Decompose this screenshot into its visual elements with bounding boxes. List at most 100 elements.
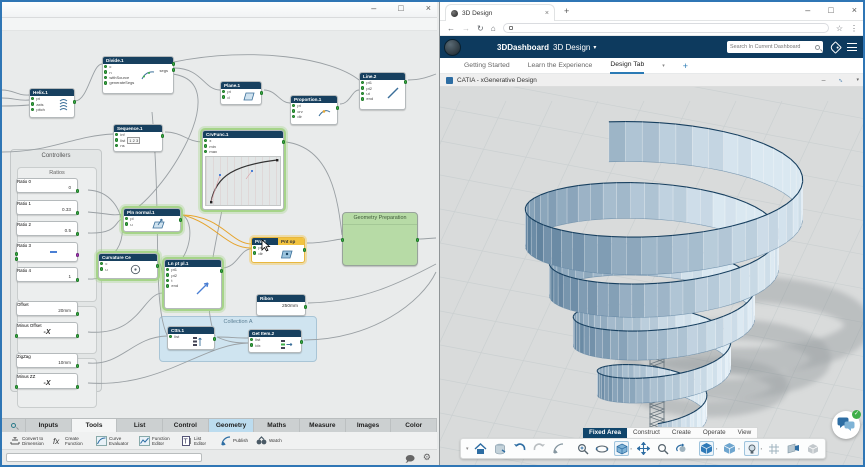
input-port[interactable] [15,257,19,261]
input-port[interactable] [204,144,207,147]
tab-design-tab[interactable]: Design Tab [610,57,644,74]
url-field[interactable] [503,23,829,33]
node-pnt[interactable]: Pnt.1 Pnt op pt dir [251,237,305,263]
minimize-button[interactable]: – [371,3,376,13]
maximize-button[interactable]: □ [398,3,403,13]
output-port[interactable] [156,264,160,268]
output-port[interactable] [416,238,420,242]
output-port[interactable] [76,312,80,316]
chevron-down-icon[interactable]: ▾ [593,44,596,51]
widget-chevron-icon[interactable]: ▾ [856,77,859,83]
output-port[interactable] [76,232,80,236]
iso-view-icon[interactable] [614,441,629,456]
input-port[interactable] [166,273,169,276]
section-create[interactable]: Create [666,428,697,438]
slider-ratio-0[interactable]: Ratio 0 0 [16,178,78,193]
list-value[interactable]: 1 2 3 [127,137,140,144]
node-cttn[interactable]: Cttn.1 list [167,326,215,350]
input-port[interactable] [15,252,19,256]
tab-measure[interactable]: Measure [300,419,346,432]
capture-icon[interactable] [786,441,801,456]
tag-icon[interactable] [829,41,842,54]
render-style-icon[interactable] [722,441,737,456]
widget-minimize-icon[interactable]: – [822,77,826,84]
chat-fab[interactable]: ✓ [832,411,860,439]
output-port[interactable] [300,340,304,344]
add-tab-button[interactable]: + [683,61,688,71]
input-port[interactable] [104,81,107,84]
input-port[interactable] [361,92,364,95]
home-icon[interactable]: ⌂ [491,24,496,33]
input-port[interactable] [222,95,225,98]
input-port[interactable] [115,138,118,141]
tab-list[interactable]: List [117,419,163,432]
shaded-view-icon[interactable] [699,441,714,456]
input-port[interactable] [204,139,207,142]
ribon-value[interactable]: 250mm [257,302,305,309]
dropdown-dot-icon[interactable]: ▪ [716,446,717,451]
input-port[interactable] [292,115,295,118]
gear-icon[interactable]: ⚙ [423,452,431,463]
input-port[interactable] [100,267,103,270]
dropdown-dot-icon[interactable]: ▪ [738,446,739,451]
input-port[interactable] [31,108,34,111]
input-port[interactable] [166,284,169,287]
collapse-chevron-icon[interactable]: ▾ [466,446,469,452]
node-minus-offset[interactable]: Minus Offset -X [16,322,78,338]
output-port[interactable] [303,248,307,252]
input-port[interactable] [222,90,225,93]
publish-button[interactable]: Publish [221,436,247,446]
redo-icon[interactable] [532,441,547,456]
node-ln-pt-pl[interactable]: Ln pt pl.1 pt1 pt2 t end [164,259,222,309]
hamburger-menu-icon[interactable] [847,43,857,51]
zoom-icon[interactable] [656,441,671,456]
browser-tab[interactable]: 3D Design × [445,4,555,21]
tab-control[interactable]: Control [163,419,209,432]
input-port[interactable] [253,251,256,254]
tab-images[interactable]: Images [346,419,392,432]
output-port[interactable] [172,62,176,66]
pan-icon[interactable] [636,441,651,456]
output-port[interactable] [179,218,183,222]
forward-icon[interactable]: → [462,24,470,33]
dropdown-dot-icon[interactable]: ▪ [631,446,632,451]
output-port[interactable] [260,91,264,95]
close-button[interactable]: × [852,5,857,15]
output-port[interactable] [76,189,80,193]
output-port[interactable] [76,364,80,368]
node-proportion[interactable]: Proportion.1 pt crv dir [290,95,338,125]
input-port[interactable] [104,76,107,79]
node-geometry-preparation[interactable]: Geometry Preparation [342,212,418,266]
browser-menu-icon[interactable]: ⋮ [850,24,858,33]
function-editor-button[interactable]: Function Editor [139,436,173,446]
output-port[interactable] [220,269,224,273]
input-port[interactable] [361,81,364,84]
slider-offset[interactable]: Offset 20mm [16,301,78,316]
input-port[interactable] [361,97,364,100]
output-port[interactable] [304,305,308,309]
input-port[interactable] [361,86,364,89]
mini-slider-handle[interactable] [50,251,57,253]
maximize-button[interactable]: □ [828,5,833,15]
data-save-icon[interactable] [493,441,508,456]
watch-button[interactable]: Watch [256,436,282,445]
dropdown-dot-icon[interactable]: ▪ [761,446,762,451]
input-port[interactable] [31,97,34,100]
stream-icon[interactable] [551,441,566,456]
section-fixed-area[interactable]: Fixed Area [583,428,627,438]
convert-to-dimension-button[interactable]: Convert to Dimension [10,436,44,446]
output-port[interactable] [76,211,80,215]
output-port[interactable] [213,337,217,341]
output-port[interactable] [76,334,80,338]
ambience-light-icon[interactable] [744,441,759,456]
output-port[interactable] [76,385,80,389]
command-input[interactable] [6,453,202,462]
curve-evaluator-button[interactable]: Curve Evaluator [96,436,130,446]
tab-inputs[interactable]: Inputs [26,419,72,432]
input-port[interactable] [115,144,118,147]
slider-ratio-3[interactable]: Ratio 3 [16,242,78,262]
output-port[interactable] [76,278,80,282]
input-port[interactable] [253,246,256,249]
input-port[interactable] [292,104,295,107]
close-button[interactable]: × [426,3,431,13]
